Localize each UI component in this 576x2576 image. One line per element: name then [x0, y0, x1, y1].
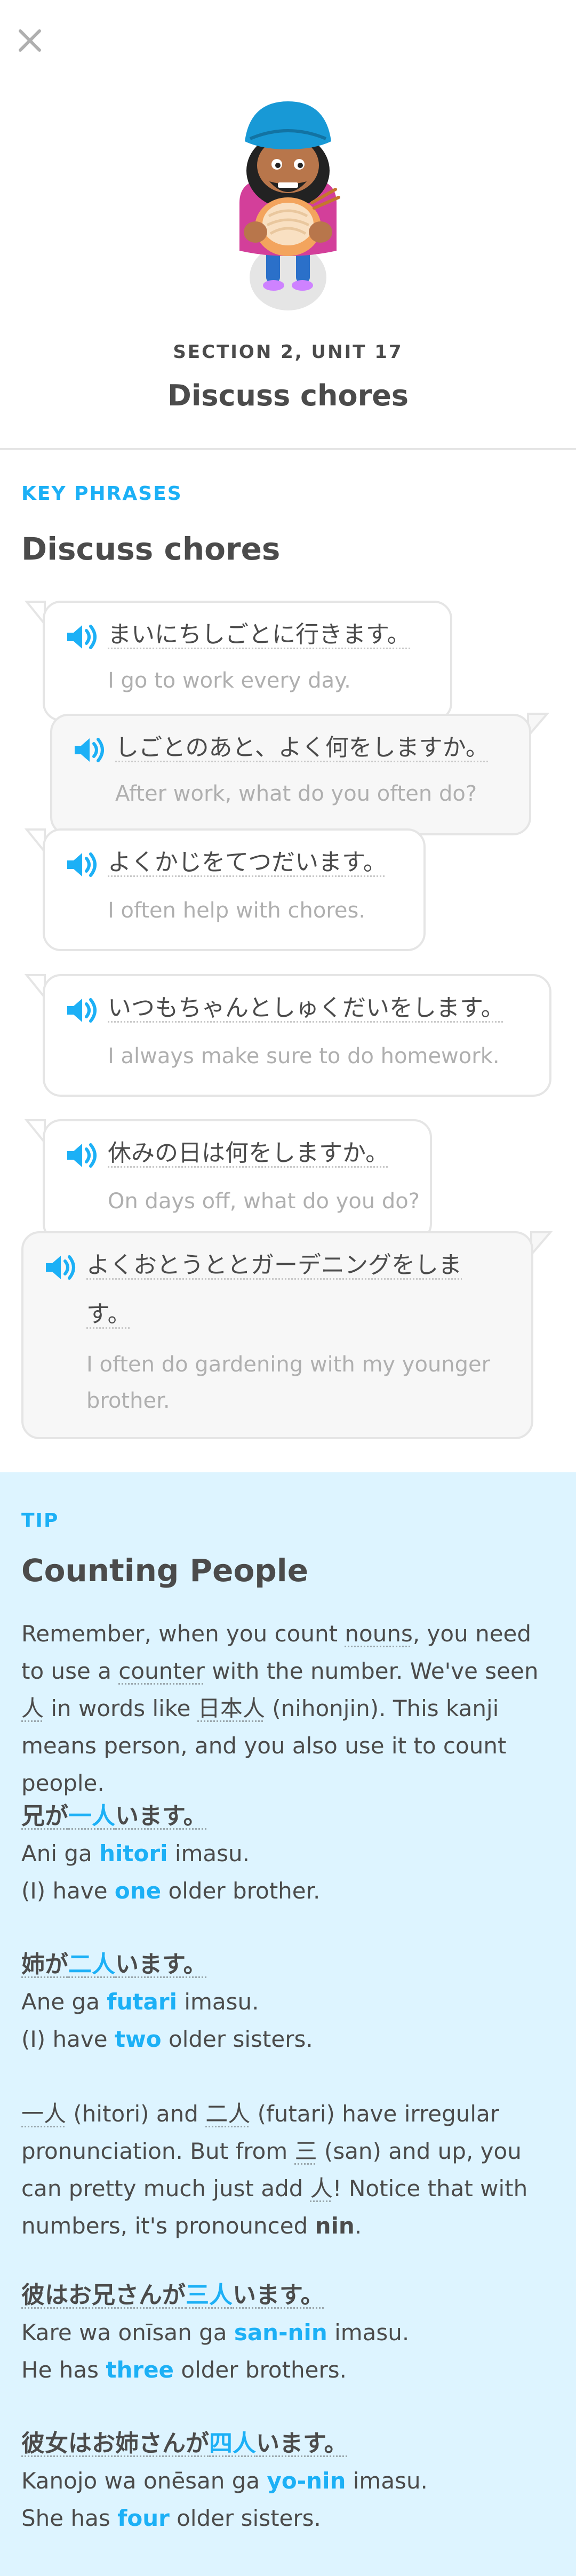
example-romaji: Kanojo wa onēsan ga yo-nin imasu.: [21, 2468, 428, 2494]
phrase-japanese: まいにちしごとに行きます。: [108, 621, 411, 648]
phrase-bubble-3: よくかじをてつだいます。 I often help with chores.: [43, 828, 426, 951]
phrase-bubble-4: いつもちゃんとしゅくだいをします。 I always make sure to …: [43, 974, 551, 1097]
example-english: (I) have one older brother.: [21, 1878, 321, 1904]
term-counter[interactable]: counter: [118, 1658, 205, 1684]
tip-example-2: 姉が二人います。 Ane ga futari imasu. (I) have t…: [21, 1946, 549, 2058]
term-nihonjin[interactable]: 日本人: [198, 1695, 265, 1721]
phrase-japanese-line-2: す。: [86, 1301, 131, 1328]
key-phrases-label: KEY PHRASES: [21, 483, 182, 505]
divider: [0, 448, 576, 450]
section-label: SECTION 2, UNIT 17: [173, 341, 403, 363]
phrase-japanese: しごとのあと、よく何をしますか。: [115, 734, 489, 761]
unit-title: Discuss chores: [167, 379, 409, 412]
phrase-japanese: いつもちゃんとしゅくだいをします。: [108, 994, 505, 1022]
tip-label: TIP: [21, 1510, 59, 1532]
speaker-icon[interactable]: [73, 736, 106, 764]
phrase-japanese: よくかじをてつだいます。: [108, 849, 387, 876]
example-romaji: Ane ga futari imasu.: [21, 1989, 259, 2015]
example-english: She has four older sisters.: [21, 2505, 321, 2531]
key-phrases-title: Discuss chores: [21, 531, 281, 567]
tip-title: Counting People: [21, 1552, 309, 1589]
phrase-english: After work, what do you often do?: [115, 781, 477, 806]
tip-example-4: 彼女はお姉さんが四人います。 Kanojo wa onēsan ga yo-ni…: [21, 2425, 549, 2537]
close-icon[interactable]: [15, 26, 45, 55]
speaker-icon[interactable]: [65, 1142, 98, 1169]
tip-section: TIP Counting People Remember, when you c…: [0, 1472, 576, 2576]
phrase-bubble-5: 休みの日は何をしますか。 On days off, what do you do…: [43, 1119, 432, 1242]
phrase-japanese-line-1: よくおとうととガーデニングをしま: [86, 1251, 462, 1279]
speaker-icon[interactable]: [65, 851, 98, 879]
term-nin-kanji[interactable]: 人: [310, 2175, 333, 2202]
phrase-bubble-6: よくおとうととガーデニングをしま す。 I often do gardening…: [21, 1231, 533, 1439]
term-kanji-person[interactable]: 人: [21, 1695, 44, 1721]
example-romaji: Kare wa onīsan ga san-nin imasu.: [21, 2319, 410, 2346]
phrase-japanese: 休みの日は何をしますか。: [108, 1139, 389, 1167]
phrase-english-line-2: brother.: [86, 1389, 170, 1413]
tip-intro-paragraph: Remember, when you count nouns, you need…: [21, 1621, 539, 1796]
speaker-icon[interactable]: [65, 623, 98, 651]
example-english: (I) have two older sisters.: [21, 2026, 313, 2052]
example-english: He has three older brothers.: [21, 2357, 347, 2383]
phrase-english: I go to work every day.: [108, 668, 351, 693]
term-futari[interactable]: 二人: [205, 2101, 250, 2127]
speaker-icon[interactable]: [44, 1254, 77, 1281]
phrase-bubble-2: しごとのあと、よく何をしますか。 After work, what do you…: [50, 714, 531, 835]
term-san[interactable]: 三: [295, 2138, 317, 2164]
tip-example-3: 彼はお兄さんが三人います。 Kare wa onīsan ga san-nin …: [21, 2277, 549, 2389]
phrase-bubble-1: まいにちしごとに行きます。 I go to work every day.: [43, 601, 452, 721]
term-hitori[interactable]: 一人: [21, 2101, 66, 2127]
phrase-english: I always make sure to do homework.: [108, 1044, 500, 1068]
phrase-english: On days off, what do you do?: [108, 1189, 420, 1214]
phrase-english: I often help with chores.: [108, 898, 366, 923]
example-romaji: Ani ga hitori imasu.: [21, 1840, 250, 1867]
tip-example-1: 兄が一人います。 Ani ga hitori imasu. (I) have o…: [21, 1798, 549, 1910]
example-japanese: 彼女はお姉さんが四人います。: [21, 2430, 348, 2457]
example-japanese: 姉が二人います。: [21, 1951, 207, 1978]
example-japanese: 彼はお兄さんが三人います。: [21, 2282, 324, 2309]
tip-irregular-paragraph: 一人 (hitori) and 二人 (futari) have irregul…: [21, 2101, 528, 2239]
example-japanese: 兄が一人います。: [21, 1803, 207, 1830]
term-nouns[interactable]: nouns: [345, 1621, 412, 1647]
speaker-icon[interactable]: [65, 996, 98, 1024]
character-illustration: [239, 101, 340, 310]
phrase-english-line-1: I often do gardening with my younger: [86, 1352, 491, 1377]
